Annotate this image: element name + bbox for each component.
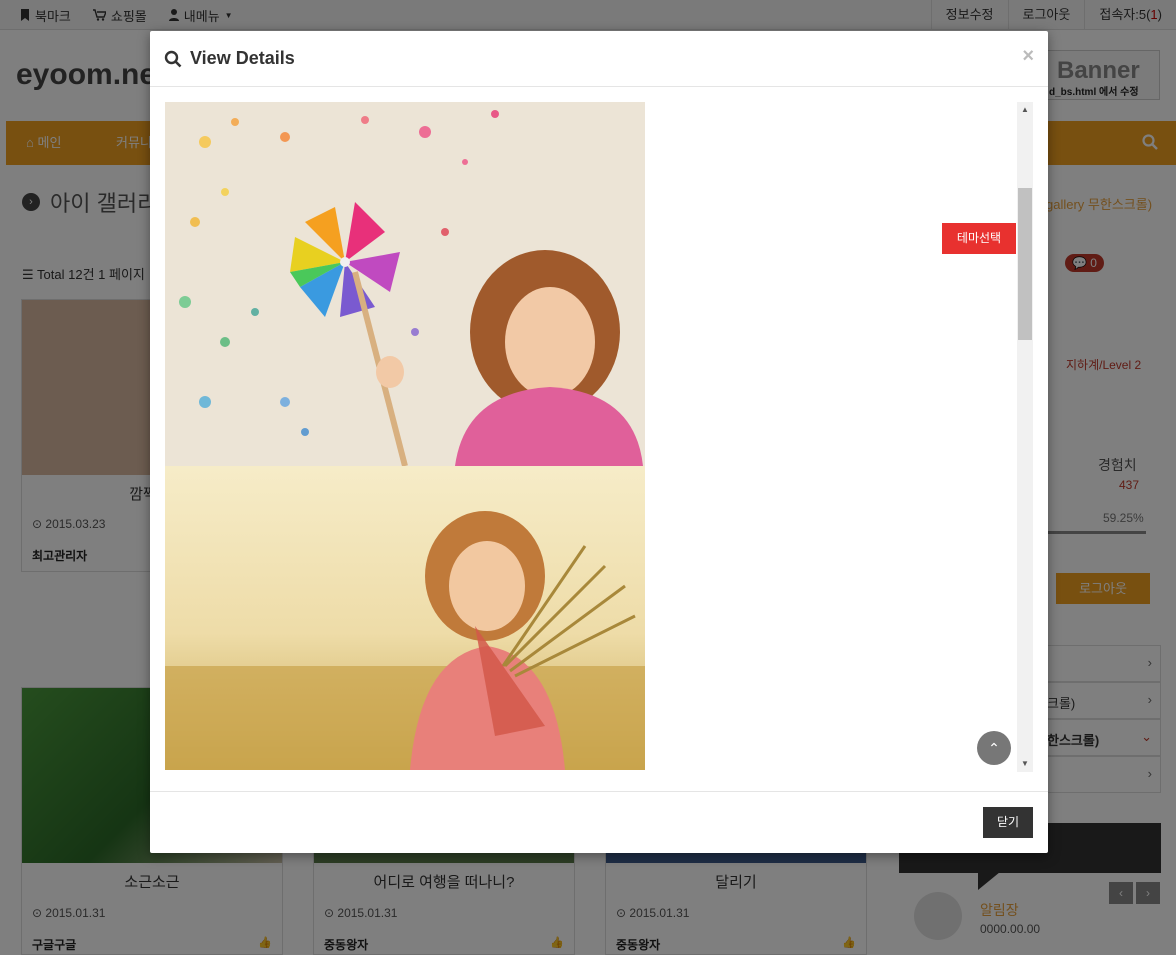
chevron-up-icon: ⌃ bbox=[988, 740, 1000, 756]
detail-image bbox=[165, 466, 645, 770]
detail-image bbox=[165, 102, 645, 466]
close-icon[interactable]: × bbox=[1022, 45, 1034, 68]
modal-body: ▲ ▼ 테마선택 ⌃ bbox=[150, 88, 1048, 791]
close-button[interactable]: 닫기 bbox=[983, 807, 1033, 838]
scroll-up-arrow[interactable]: ▲ bbox=[1017, 102, 1033, 118]
modal-header: View Details × bbox=[150, 31, 1048, 87]
modal-footer: 닫기 bbox=[150, 791, 1048, 853]
view-details-modal: View Details × ▲ ▼ 테마선택 ⌃ 닫기 bbox=[150, 31, 1048, 853]
scrollbar[interactable]: ▲ ▼ bbox=[1017, 102, 1033, 772]
theme-select-button[interactable]: 테마선택 bbox=[942, 223, 1016, 254]
scroll-down-arrow[interactable]: ▼ bbox=[1017, 756, 1033, 772]
modal-title: View Details bbox=[164, 48, 295, 69]
scroll-to-top-button[interactable]: ⌃ bbox=[977, 731, 1011, 765]
scrollbar-thumb[interactable] bbox=[1018, 188, 1032, 340]
search-icon bbox=[164, 50, 182, 67]
